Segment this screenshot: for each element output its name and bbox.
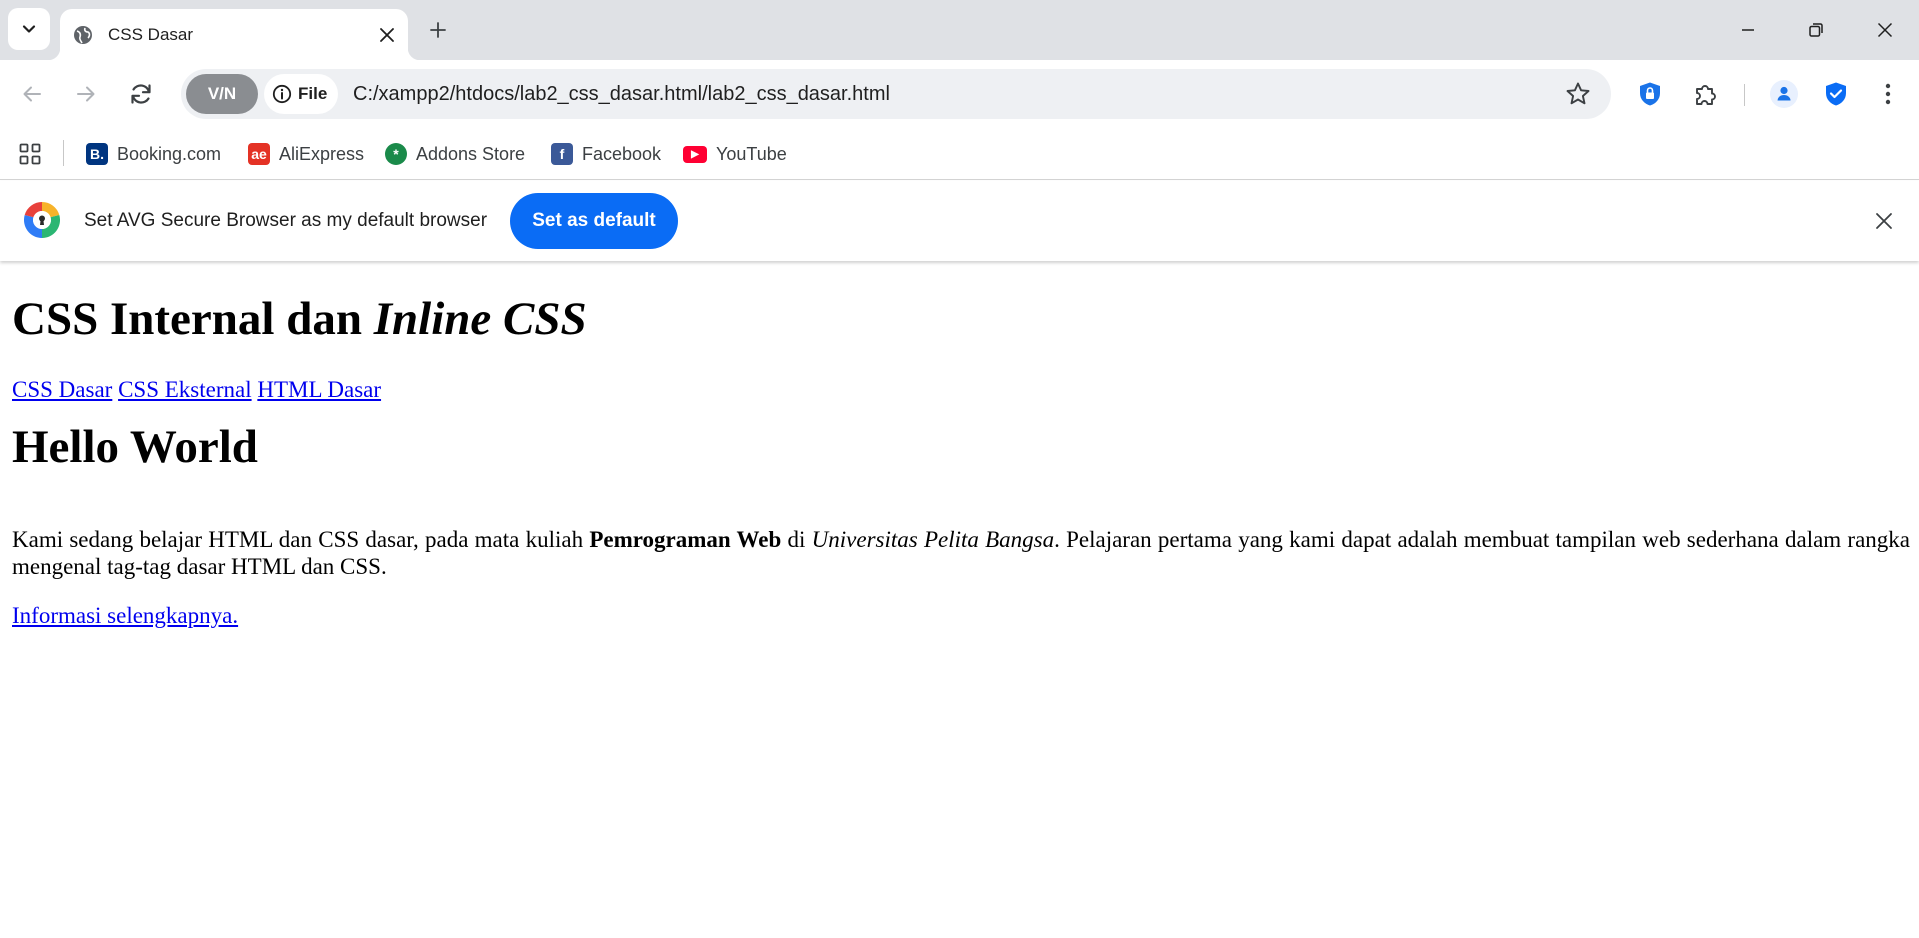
site-info-chip[interactable]: File <box>264 74 338 114</box>
set-as-default-button[interactable]: Set as default <box>510 193 678 249</box>
page-title: CSS Internal dan Inline CSS <box>12 296 587 343</box>
bookmark-youtube[interactable]: ▶ YouTube <box>683 138 787 170</box>
kebab-menu-icon <box>1885 83 1891 105</box>
close-icon <box>1877 22 1893 38</box>
file-label: File <box>298 84 328 103</box>
puzzle-icon <box>1696 85 1716 105</box>
page-title-italic: Inline CSS <box>373 293 587 345</box>
default-browser-infobar: Set AVG Secure Browser as my default bro… <box>0 181 1919 261</box>
tab-title: CSS Dasar <box>108 24 194 44</box>
menu-button[interactable] <box>1868 74 1908 114</box>
para-italic: Universitas Pelita Bangsa <box>811 527 1055 552</box>
active-tab[interactable]: CSS Dasar <box>48 9 420 60</box>
intro-paragraph: Kami sedang belajar HTML dan CSS dasar, … <box>12 526 1910 580</box>
forward-button[interactable] <box>66 74 106 114</box>
booking-icon: B. <box>86 143 108 165</box>
bookmark-facebook[interactable]: f Facebook <box>551 138 661 170</box>
facebook-icon: f <box>551 143 573 165</box>
nav-link-html-dasar[interactable]: HTML Dasar <box>257 377 381 402</box>
tab-search-button[interactable] <box>8 8 50 50</box>
plus-icon <box>430 22 446 38</box>
nav-link-css-eksternal[interactable]: CSS Eksternal <box>118 377 252 402</box>
password-manager-button[interactable] <box>1630 74 1670 114</box>
info-icon <box>272 84 292 104</box>
shield-check-icon <box>1826 82 1846 106</box>
back-button[interactable] <box>12 74 52 114</box>
bookmark-aliexpress[interactable]: ae AliExpress <box>248 138 364 170</box>
vpn-label: V/N <box>207 84 237 103</box>
restore-icon <box>1809 23 1823 37</box>
infobar-close-icon[interactable] <box>1868 205 1900 237</box>
toolbar: V/N File C:/xampp2/htdocs/lab2_css_dasar… <box>0 60 1919 128</box>
minimize-button[interactable] <box>1714 0 1782 60</box>
para-text-1: Kami sedang belajar HTML dan CSS dasar, … <box>12 527 590 552</box>
nav-link-css-dasar[interactable]: CSS Dasar <box>12 377 112 402</box>
tab-strip: CSS Dasar <box>0 0 1919 60</box>
bookmark-addons-store[interactable]: * Addons Store <box>385 138 525 170</box>
apps-grid-icon[interactable] <box>16 140 44 168</box>
reload-icon <box>131 84 151 104</box>
bookmark-label: YouTube <box>716 143 787 164</box>
bookmark-label: Facebook <box>582 143 662 164</box>
minimize-icon <box>1742 29 1754 31</box>
globe-icon <box>72 24 94 46</box>
toolbar-divider <box>1744 84 1745 106</box>
avg-logo-icon <box>23 202 61 238</box>
shield-lock-icon <box>1640 82 1660 106</box>
page-content: CSS Internal dan Inline CSS CSS Dasar CS… <box>0 262 1919 938</box>
aliexpress-icon: ae <box>248 143 270 165</box>
security-shield-button[interactable] <box>1816 74 1856 114</box>
bookmarks-bar: B. Booking.com ae AliExpress * Addons St… <box>0 128 1919 180</box>
url-text[interactable]: C:/xampp2/htdocs/lab2_css_dasar.html/lab… <box>353 69 890 119</box>
vpn-button[interactable]: V/N <box>186 74 258 114</box>
bookmark-booking[interactable]: B. Booking.com <box>86 138 221 170</box>
infobar-message: Set AVG Secure Browser as my default bro… <box>84 210 488 231</box>
bookmark-label: Booking.com <box>117 143 222 164</box>
address-bar[interactable]: V/N File C:/xampp2/htdocs/lab2_css_dasar… <box>181 69 1611 119</box>
nav-links: CSS Dasar CSS Eksternal HTML Dasar <box>12 378 381 401</box>
addons-store-icon: * <box>385 143 407 165</box>
reload-button[interactable] <box>121 74 161 114</box>
para-bold: Pemrograman Web <box>589 527 782 552</box>
extensions-button[interactable] <box>1685 74 1725 114</box>
profile-button[interactable] <box>1764 74 1804 114</box>
arrow-right-icon <box>77 86 95 102</box>
para-text-2: di <box>781 527 812 552</box>
bookmark-label: AliExpress <box>279 143 365 164</box>
page-title-plain: CSS Internal dan <box>12 293 374 345</box>
hello-heading: Hello World <box>12 421 258 473</box>
more-info-link[interactable]: Informasi selengkapnya. <box>12 604 238 627</box>
new-tab-button[interactable] <box>422 14 454 46</box>
tab-close-icon[interactable] <box>372 20 402 50</box>
bookmark-label: Addons Store <box>416 143 526 164</box>
bookmark-star-icon[interactable] <box>1563 79 1593 109</box>
chevron-down-icon <box>22 25 36 33</box>
bookmarks-divider <box>63 140 64 166</box>
youtube-icon: ▶ <box>683 145 707 163</box>
arrow-left-icon <box>23 86 41 102</box>
avatar-icon <box>1770 80 1798 108</box>
close-window-button[interactable] <box>1851 0 1919 60</box>
restore-button[interactable] <box>1782 0 1850 60</box>
